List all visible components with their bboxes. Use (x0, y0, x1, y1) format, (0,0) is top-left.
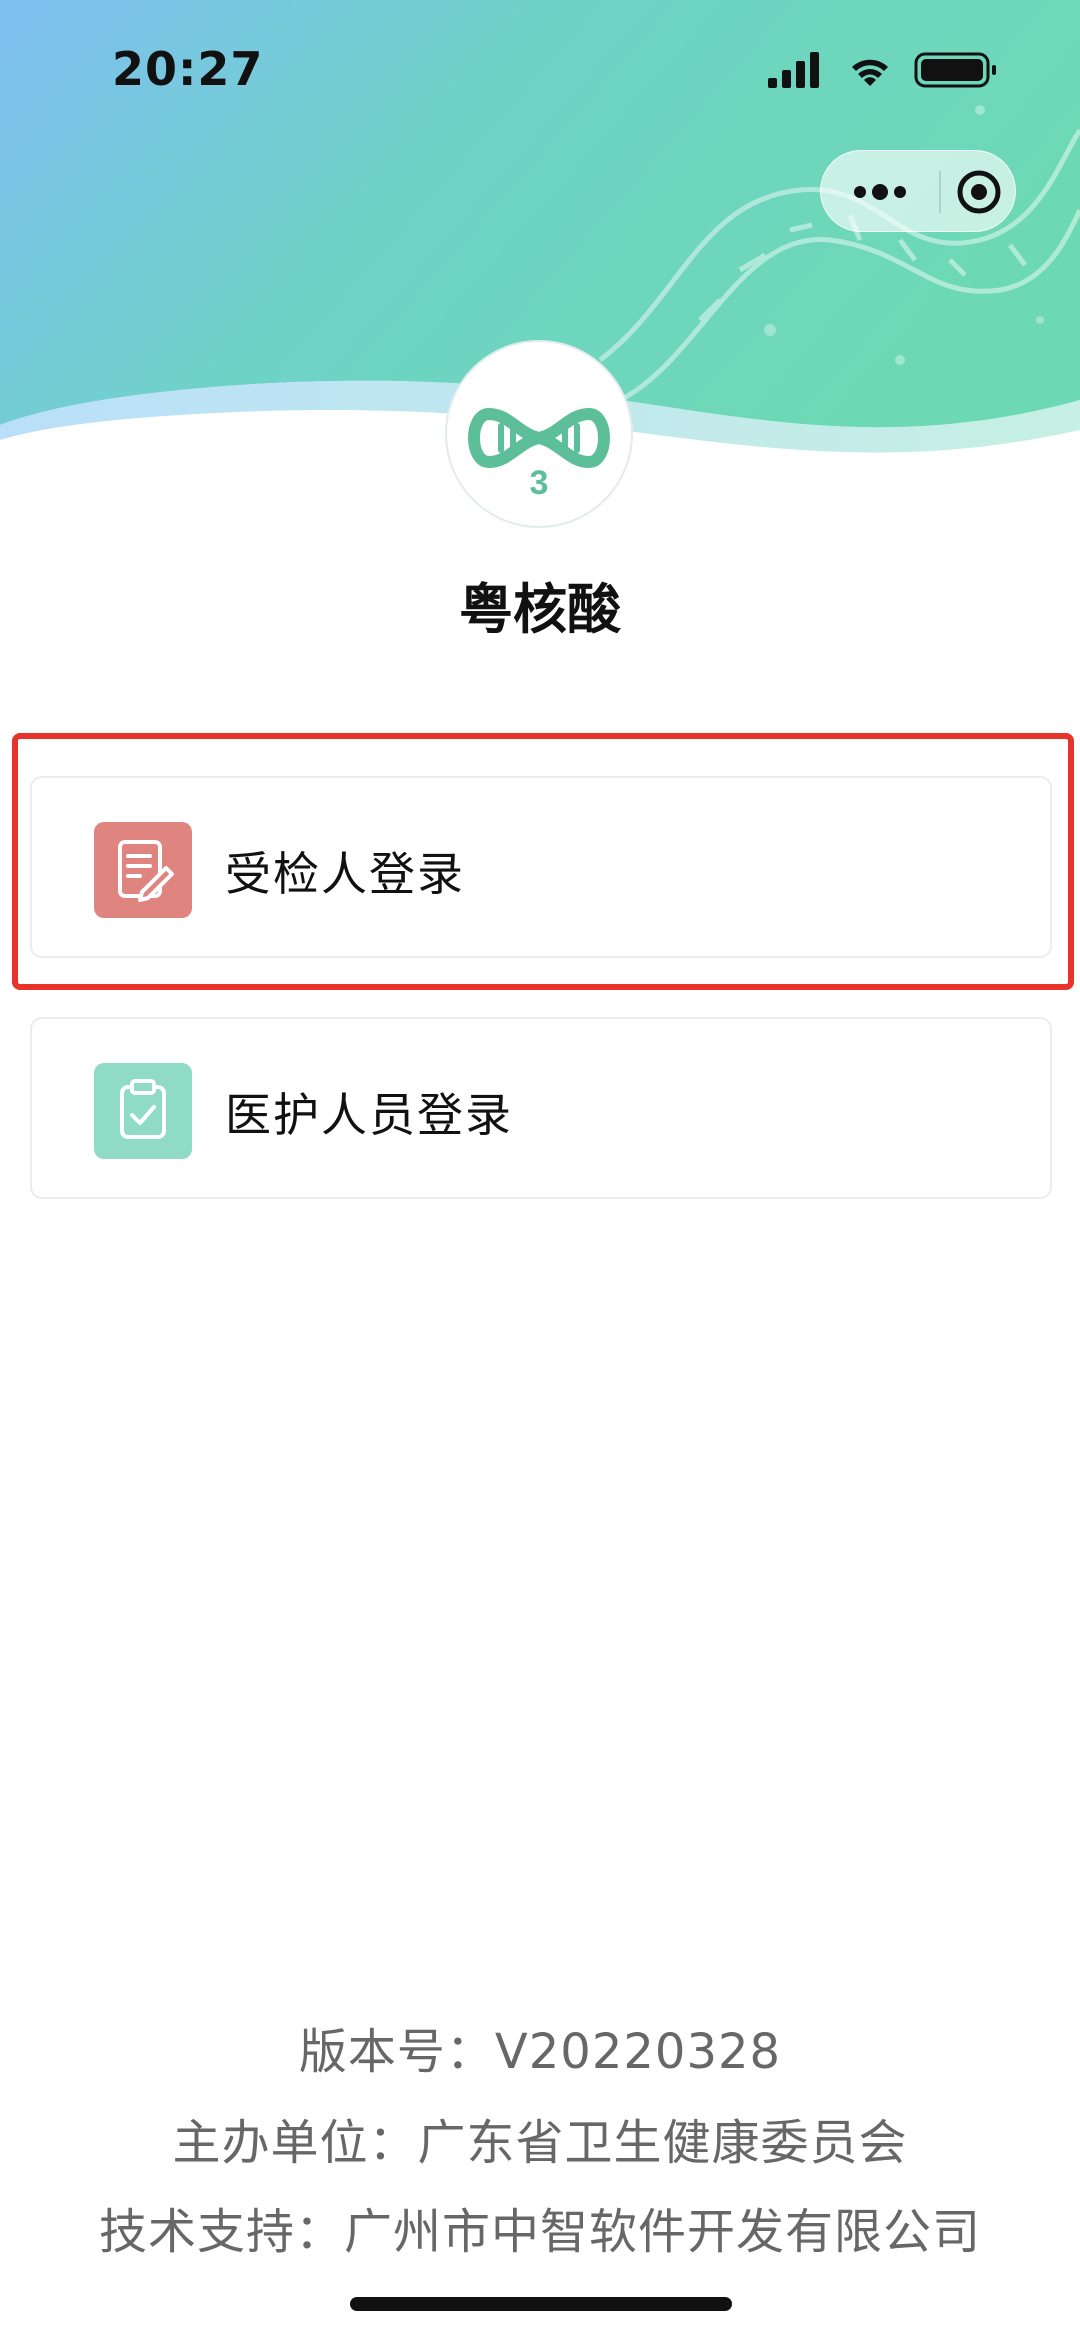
subject-login-label: 受检人登录 (225, 847, 465, 901)
wifi-icon (852, 59, 888, 86)
target-icon (957, 170, 1001, 214)
battery-icon (914, 52, 996, 88)
edit-document-icon (94, 822, 192, 918)
status-time: 20:27 (112, 42, 264, 96)
version-text: 版本号：V20220328 (298, 2024, 782, 2080)
app-title: 粤核酸 (459, 578, 621, 641)
medical-staff-login-button[interactable]: 医护人员登录 (30, 1017, 1052, 1199)
signal-icon (768, 52, 819, 88)
host-organization-text: 主办单位：广东省卫生健康委员会 (172, 2115, 908, 2171)
more-button[interactable] (821, 151, 939, 233)
close-button[interactable] (941, 151, 1017, 233)
status-icons (768, 52, 996, 88)
app-screen: 20:27 3 粤核酸 受检人登录 医护人员登录 版本号：V20220328 主… (0, 0, 1080, 2337)
subject-login-button[interactable]: 受检人登录 (30, 776, 1052, 958)
app-logo: 3 (447, 342, 631, 526)
technical-support-text: 技术支持：广州市中智软件开发有限公司 (98, 2204, 981, 2260)
clipboard-check-icon (94, 1063, 192, 1159)
dna-logo-icon: 3 (468, 407, 610, 502)
svg-text:3: 3 (530, 464, 549, 502)
medical-staff-login-label: 医护人员登录 (225, 1088, 513, 1142)
more-icon (854, 184, 906, 200)
home-indicator (350, 2297, 732, 2311)
status-bar: 20:27 (0, 0, 1080, 140)
miniprogram-capsule (820, 150, 1016, 232)
